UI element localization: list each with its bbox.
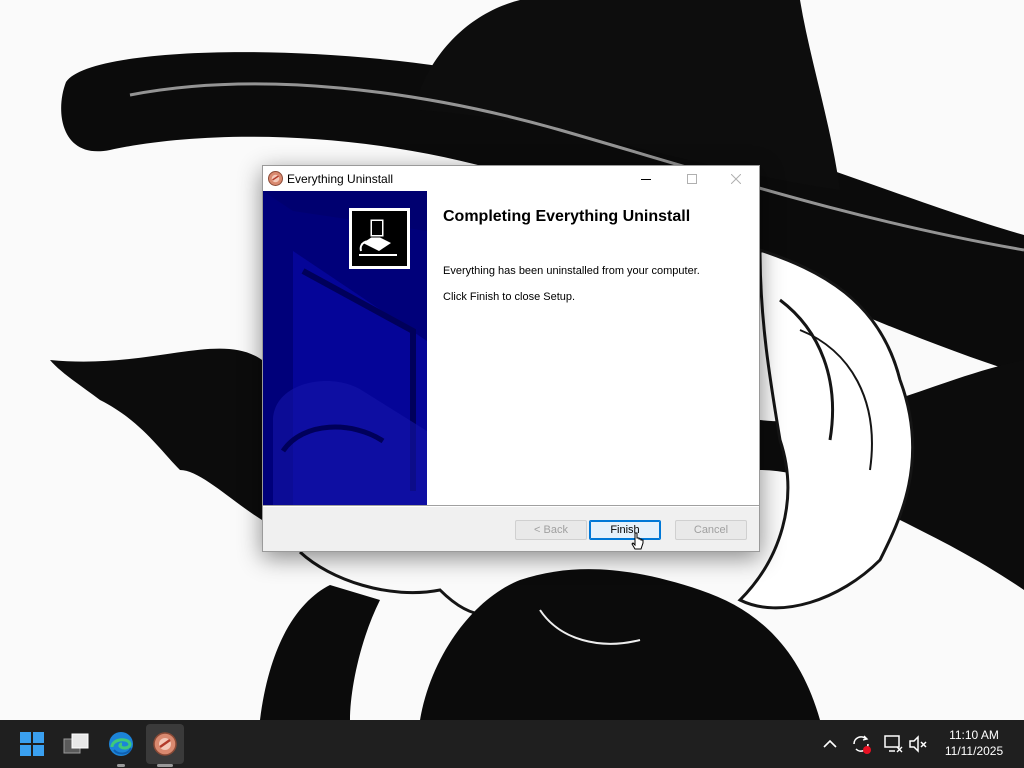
running-indicator <box>117 764 125 767</box>
volume-muted-icon <box>909 735 927 753</box>
uninstall-message: Everything has been uninstalled from you… <box>443 265 700 277</box>
maximize-icon <box>687 173 697 184</box>
wizard-heading: Completing Everything Uninstall <box>443 208 691 225</box>
active-indicator <box>157 764 173 767</box>
network-icon <box>884 735 903 753</box>
wizard-banner <box>263 191 427 505</box>
mouse-cursor-icon <box>631 532 644 550</box>
edge-taskbar-button[interactable] <box>105 728 137 760</box>
uninstaller-app-icon <box>153 732 177 756</box>
clock-time: 11:10 AM <box>949 728 999 742</box>
finish-instruction: Click Finish to close Setup. <box>443 291 576 303</box>
uninstall-dialog: Everything Uninstall Completing Everythi… <box>262 165 760 552</box>
system-clock[interactable]: 11:10 AM 11/11/2025 <box>932 727 1016 759</box>
wizard-content: Completing Everything Uninstall Everythi… <box>427 191 759 505</box>
task-view-button[interactable] <box>60 728 92 760</box>
close-icon <box>731 173 741 184</box>
uninstaller-app-icon <box>268 171 283 186</box>
cancel-button: Cancel <box>675 520 747 540</box>
separator <box>263 505 759 507</box>
maximize-button <box>669 166 715 191</box>
finish-button[interactable]: Finish <box>589 520 661 540</box>
taskbar: 11:10 AM 11/11/2025 <box>0 720 1024 768</box>
task-view-icon <box>63 733 89 754</box>
back-button: < Back <box>515 520 587 540</box>
uninstaller-taskbar-button[interactable] <box>146 724 184 764</box>
windows-start-icon <box>20 732 44 756</box>
start-button[interactable] <box>16 728 48 760</box>
minimize-button[interactable] <box>623 166 669 191</box>
sync-icon <box>853 735 871 754</box>
volume-tray-button[interactable] <box>906 732 930 756</box>
clock-date: 11/11/2025 <box>944 744 1004 758</box>
edge-browser-icon <box>109 732 133 756</box>
title-bar[interactable]: Everything Uninstall <box>263 166 759 191</box>
banner-graphic <box>263 191 427 505</box>
show-hidden-icons-button[interactable] <box>818 732 842 756</box>
minimize-icon <box>641 178 651 180</box>
sync-tray-button[interactable] <box>849 732 873 756</box>
window-title: Everything Uninstall <box>287 172 394 186</box>
close-button <box>713 166 759 191</box>
chevron-up-icon <box>823 739 837 748</box>
network-tray-button[interactable] <box>881 732 905 756</box>
